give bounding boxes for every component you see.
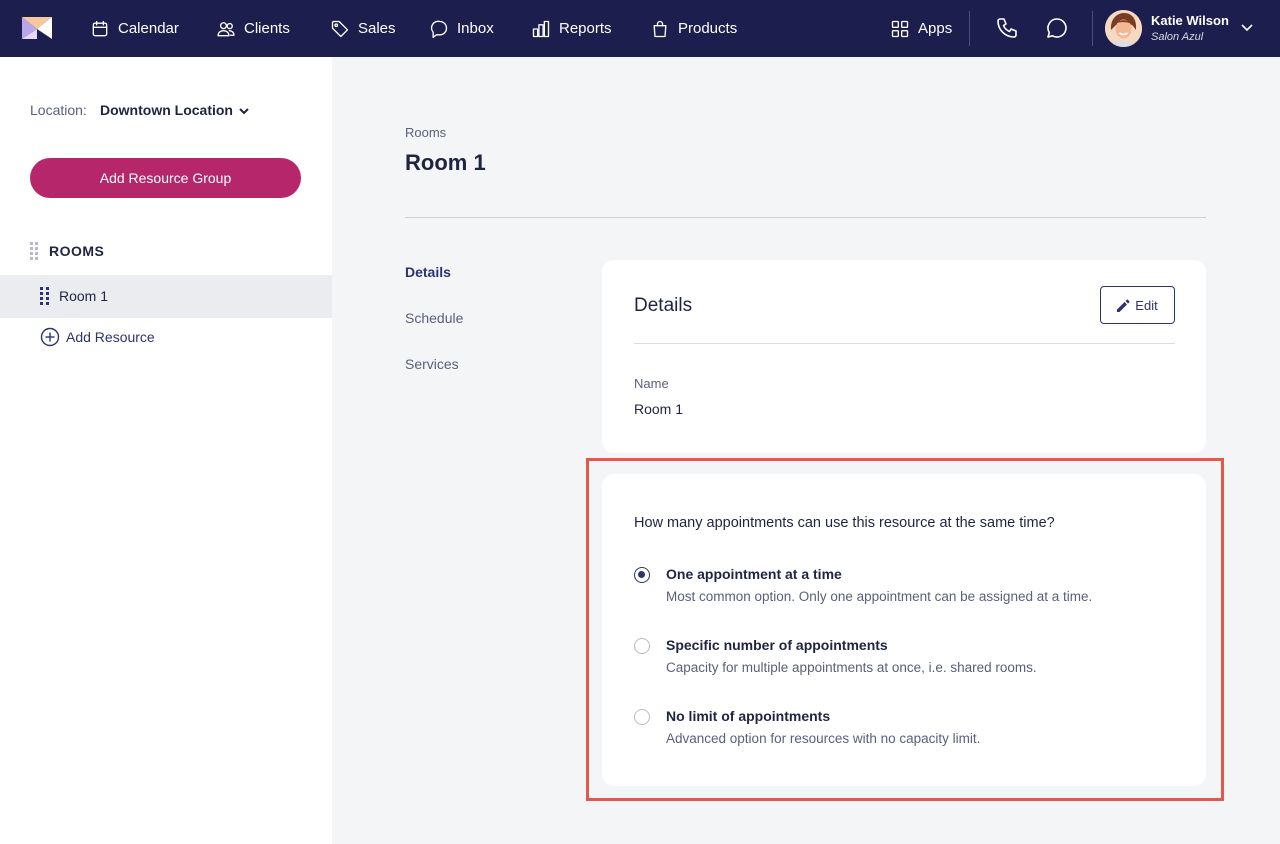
user-name[interactable]: Katie Wilson — [1151, 13, 1229, 28]
user-salon-name: Salon Azul — [1151, 31, 1204, 43]
nav-products-label: Products — [678, 20, 738, 37]
sidebar-item-room-1[interactable]: Room 1 — [0, 275, 332, 318]
drag-handle-icon[interactable] — [40, 287, 49, 306]
nav-divider — [969, 11, 970, 46]
radio-specific-number[interactable] — [634, 638, 650, 654]
phone-icon — [997, 18, 1017, 38]
tag-icon — [331, 20, 349, 37]
nav-reports-label: Reports — [559, 20, 612, 37]
header-divider — [405, 217, 1206, 218]
radio-no-limit[interactable] — [634, 709, 650, 725]
option-description: Most common option. Only one appointment… — [666, 589, 1093, 604]
option-specific-number[interactable]: Specific number of appointments Capacity… — [634, 635, 1174, 679]
option-no-limit[interactable]: No limit of appointments Advanced option… — [634, 706, 1174, 750]
add-resource-label: Add Resource — [66, 329, 155, 345]
nav-calendar-label: Calendar — [118, 20, 179, 37]
users-icon — [217, 21, 235, 36]
tab-details[interactable]: Details — [405, 264, 451, 280]
drag-handle-icon[interactable] — [30, 242, 38, 260]
nav-apps[interactable]: Apps — [890, 0, 952, 57]
nav-divider — [1092, 11, 1093, 46]
option-title: One appointment at a time — [666, 566, 842, 582]
name-field-label: Name — [634, 376, 669, 391]
tab-schedule[interactable]: Schedule — [405, 310, 463, 326]
nav-calendar[interactable]: Calendar — [90, 0, 179, 57]
bar-chart-icon — [532, 20, 550, 37]
chat-bubble-icon — [430, 20, 448, 38]
details-card: Details Edit Name Room 1 — [602, 260, 1206, 453]
breadcrumb[interactable]: Rooms — [405, 125, 446, 140]
nav-sales[interactable]: Sales — [330, 0, 396, 57]
messages-button[interactable] — [1045, 16, 1069, 40]
capacity-card: How many appointments can use this resou… — [602, 474, 1206, 786]
sidebar-item-label: Room 1 — [59, 288, 109, 304]
resource-group-title: ROOMS — [49, 243, 105, 259]
capacity-question: How many appointments can use this resou… — [634, 515, 1055, 531]
nav-inbox[interactable]: Inbox — [429, 0, 494, 57]
location-selector[interactable]: Downtown Location — [100, 102, 233, 118]
nav-sales-label: Sales — [358, 20, 396, 37]
shopping-bag-icon — [653, 20, 667, 37]
pencil-icon — [1117, 298, 1130, 312]
option-title: Specific number of appointments — [666, 637, 888, 653]
edit-button[interactable]: Edit — [1100, 286, 1175, 324]
top-navigation-bar: Calendar Clients Sales Inbox Reports Pro… — [0, 0, 1280, 57]
option-title: No limit of appointments — [666, 708, 831, 724]
name-field-value: Room 1 — [634, 401, 684, 417]
user-avatar[interactable] — [1105, 10, 1142, 47]
details-card-title: Details — [634, 295, 693, 316]
nav-reports[interactable]: Reports — [531, 0, 612, 57]
chevron-down-icon[interactable] — [1240, 20, 1254, 34]
grid-icon — [891, 20, 909, 37]
phone-button[interactable] — [995, 16, 1019, 40]
location-label: Location: — [30, 102, 87, 118]
add-resource-link[interactable]: Add Resource — [40, 327, 155, 347]
message-circle-icon — [1047, 18, 1067, 38]
nav-clients[interactable]: Clients — [216, 0, 290, 57]
card-divider — [634, 343, 1175, 344]
resources-sidebar: Location: Downtown Location Add Resource… — [0, 57, 332, 844]
chevron-down-icon[interactable] — [238, 104, 250, 116]
add-resource-group-button[interactable]: Add Resource Group — [30, 158, 301, 198]
page-title: Room 1 — [405, 150, 486, 175]
option-one-appointment[interactable]: One appointment at a time Most common op… — [634, 564, 1174, 608]
nav-inbox-label: Inbox — [457, 20, 494, 37]
nav-apps-label: Apps — [918, 20, 953, 37]
nav-products[interactable]: Products — [650, 0, 737, 57]
tab-services[interactable]: Services — [405, 356, 459, 372]
brand-logo-icon[interactable] — [22, 17, 52, 39]
edit-button-label: Edit — [1135, 297, 1158, 313]
nav-clients-label: Clients — [244, 20, 290, 37]
calendar-icon — [92, 20, 108, 36]
plus-circle-icon — [40, 327, 60, 347]
option-description: Advanced option for resources with no ca… — [666, 731, 981, 746]
option-description: Capacity for multiple appointments at on… — [666, 660, 1037, 675]
radio-one-appointment[interactable] — [634, 567, 650, 583]
